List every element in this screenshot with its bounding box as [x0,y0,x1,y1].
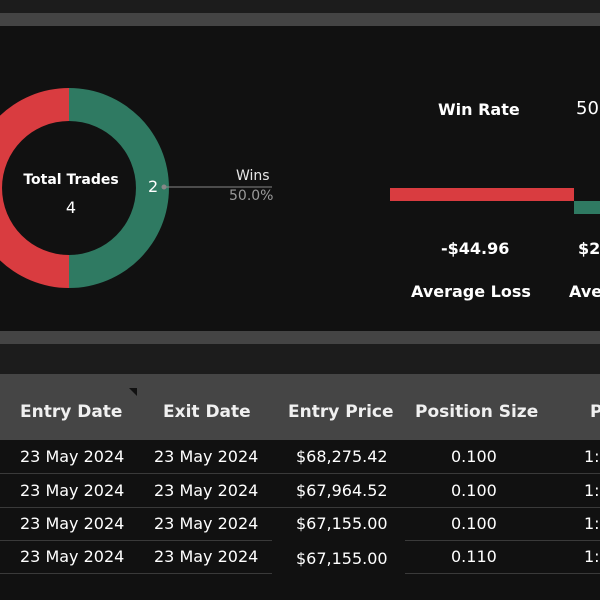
cell-exit-date: 23 May 2024 [154,547,259,566]
column-header-entry-price[interactable]: Entry Price [288,402,394,422]
row-divider [405,573,600,574]
average-win-label: Ave [569,282,600,301]
cell-partial: 1:5 [584,481,600,500]
average-loss-bar[interactable] [390,188,574,201]
cell-entry-price: $68,275.42 [296,447,388,466]
table-row[interactable]: 23 May 2024 23 May 2024 $68,275.42 0.100… [0,440,600,473]
cell-partial: 1:2 [584,447,600,466]
average-loss-value: -$44.96 [441,239,510,258]
win-rate-value: 50. [576,98,600,119]
wins-legend-label: Wins [236,168,270,184]
cell-partial: 1: [584,547,600,566]
trades-table-body: 23 May 2024 23 May 2024 $68,275.42 0.100… [0,440,600,600]
row-divider [0,573,272,574]
table-row[interactable]: 23 May 2024 23 May 2024 $67,964.52 0.100… [0,474,600,507]
donut-loss-segment[interactable] [0,88,69,288]
cell-entry-price: $67,155.00 [296,549,388,568]
average-win-value: $2 [578,239,600,258]
cell-entry-date: 23 May 2024 [20,481,125,500]
cell-position-size: 0.100 [451,481,497,500]
cell-position-size: 0.100 [451,514,497,533]
column-header-partial[interactable]: P [590,402,600,422]
summary-panel: Total Trades 4 2 Wins 50.0% Win Rate 50.… [0,26,600,331]
wins-percentage: 50.0% [229,188,274,204]
cell-entry-price: $67,964.52 [296,481,388,500]
column-header-entry-date[interactable]: Entry Date [20,402,122,422]
average-win-bar[interactable] [574,201,600,214]
column-header-exit-date[interactable]: Exit Date [163,402,251,422]
cell-position-size: 0.110 [451,547,497,566]
cell-exit-date: 23 May 2024 [154,514,259,533]
wins-count: 2 [148,177,159,196]
cell-position-size: 0.100 [451,447,497,466]
cell-exit-date: 23 May 2024 [154,481,259,500]
top-separator-bar [0,13,600,26]
table-row[interactable]: 23 May 2024 23 May 2024 $67,155.00 0.100… [0,507,600,540]
column-header-position-size[interactable]: Position Size [415,402,538,422]
total-trades-label: Total Trades [23,172,119,188]
table-row[interactable]: 23 May 2024 23 May 2024 $67,155.00 0.110… [0,540,600,573]
average-loss-label: Average Loss [411,282,531,301]
cell-entry-date: 23 May 2024 [20,547,125,566]
cell-entry-date: 23 May 2024 [20,514,125,533]
sort-indicator-icon [129,388,137,396]
cell-partial: 1:1 [584,514,600,533]
cell-entry-price: $67,155.00 [296,514,388,533]
cell-exit-date: 23 May 2024 [154,447,259,466]
win-rate-label: Win Rate [438,100,520,119]
trades-table-header: Entry Date Exit Date Entry Price Positio… [0,374,600,440]
table-spacer [0,344,600,374]
middle-separator-bar [0,331,600,344]
total-trades-value: 4 [65,198,77,217]
cell-entry-date: 23 May 2024 [20,447,125,466]
